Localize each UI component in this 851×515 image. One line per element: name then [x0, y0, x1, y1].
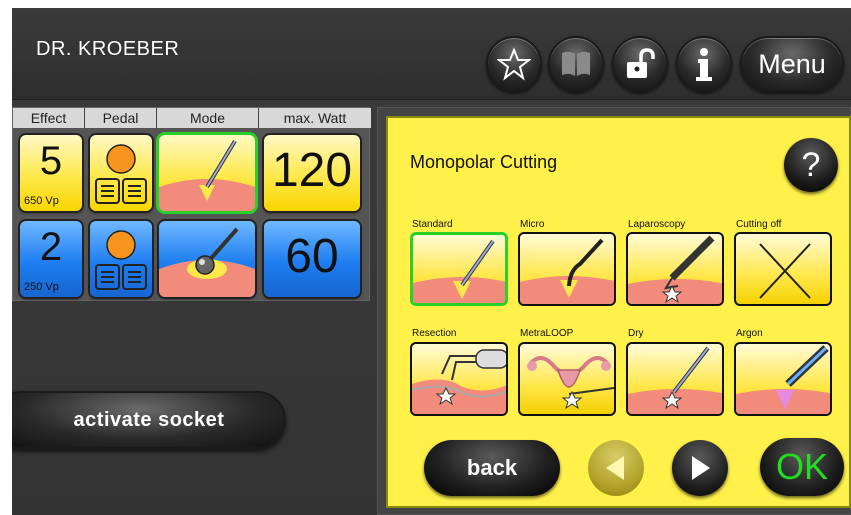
favorites-button[interactable] [486, 36, 542, 92]
cutting-electrode-icon [159, 139, 255, 211]
cutting-off-icon [759, 243, 811, 299]
unlock-icon [627, 48, 655, 78]
ok-button[interactable]: OK [760, 438, 844, 496]
mode-label-laparoscopy: Laparoscopy [628, 219, 686, 230]
back-button[interactable]: back [424, 440, 560, 496]
panel-title: Monopolar Cutting [410, 152, 558, 172]
column-header-effect: Effect [13, 108, 85, 128]
info-icon [696, 48, 712, 81]
mode-option-laparoscopy[interactable] [626, 232, 724, 306]
mode-label-standard: Standard [412, 219, 453, 230]
help-button[interactable]: ? [784, 138, 838, 192]
activate-socket-button[interactable]: activate socket [12, 391, 286, 449]
mode-option-cutting-off[interactable] [734, 232, 832, 306]
triangle-left-icon [606, 456, 624, 480]
pedal-icon [95, 230, 147, 290]
mode-label-resection: Resection [412, 328, 457, 339]
pedal-icon [95, 144, 147, 204]
effect-value: 2 [39, 225, 63, 269]
header-bar: DR. KROEBER Menu [12, 8, 851, 100]
mode-label-metraloop: MetraLOOP [520, 328, 574, 339]
device-screen: DR. KROEBER Menu Effect Pedal Mode max. … [12, 8, 851, 515]
resection-icon [412, 349, 506, 414]
mode-option-micro[interactable] [518, 232, 616, 306]
metraloop-icon [527, 356, 614, 410]
mode-label-micro: Micro [520, 219, 545, 230]
laparoscopy-icon [628, 235, 722, 304]
dry-cut-icon [628, 346, 722, 414]
voltage-value: 650 Vp [24, 195, 59, 207]
effect-tile[interactable]: 5 650 Vp [20, 135, 82, 211]
effect-tile[interactable]: 2 250 Vp [20, 221, 82, 297]
ball-electrode-icon [159, 227, 255, 297]
triangle-right-icon [692, 456, 710, 480]
channel-panel: Effect Pedal Mode max. Watt 5 650 Vp 120… [12, 107, 371, 301]
standard-cut-icon [413, 239, 505, 303]
mode-option-standard[interactable] [410, 232, 508, 306]
voltage-value: 250 Vp [24, 281, 59, 293]
argon-icon [736, 345, 830, 414]
mode-label-cutting-off: Cutting off [736, 219, 782, 230]
book-icon [562, 51, 590, 76]
max-watt-tile[interactable]: 120 [264, 135, 360, 211]
next-page-button[interactable] [672, 440, 728, 496]
previous-page-button[interactable] [588, 440, 644, 496]
manual-button[interactable] [548, 36, 604, 92]
channel-column-headers: Effect Pedal Mode max. Watt [13, 108, 371, 128]
mode-label-argon: Argon [736, 328, 763, 339]
pedal-tile[interactable] [90, 221, 152, 297]
mode-label-dry: Dry [628, 328, 644, 339]
column-header-max-watt: max. Watt [283, 110, 347, 126]
star-icon [497, 47, 531, 81]
column-header-pedal: Pedal [85, 108, 157, 128]
max-watt-value: 60 [285, 230, 339, 283]
micro-cut-icon [520, 238, 614, 304]
user-name: DR. KROEBER [36, 38, 180, 60]
column-header-mode: Mode [157, 108, 259, 128]
pedal-tile[interactable] [90, 135, 152, 211]
effect-value: 5 [39, 139, 63, 183]
lock-button[interactable] [612, 36, 668, 92]
mode-option-dry[interactable] [626, 342, 724, 416]
mode-tile[interactable] [159, 221, 255, 297]
menu-button[interactable]: Menu [740, 36, 844, 92]
mode-panel: Monopolar Cutting ? Standard Micro Lapar… [386, 116, 851, 508]
info-button[interactable] [676, 36, 732, 92]
max-watt-value: 120 [271, 144, 353, 197]
mode-option-argon[interactable] [734, 342, 832, 416]
mode-option-resection[interactable] [410, 342, 508, 416]
mode-option-metraloop[interactable] [518, 342, 616, 416]
max-watt-tile[interactable]: 60 [264, 221, 360, 297]
mode-tile[interactable] [159, 135, 255, 211]
